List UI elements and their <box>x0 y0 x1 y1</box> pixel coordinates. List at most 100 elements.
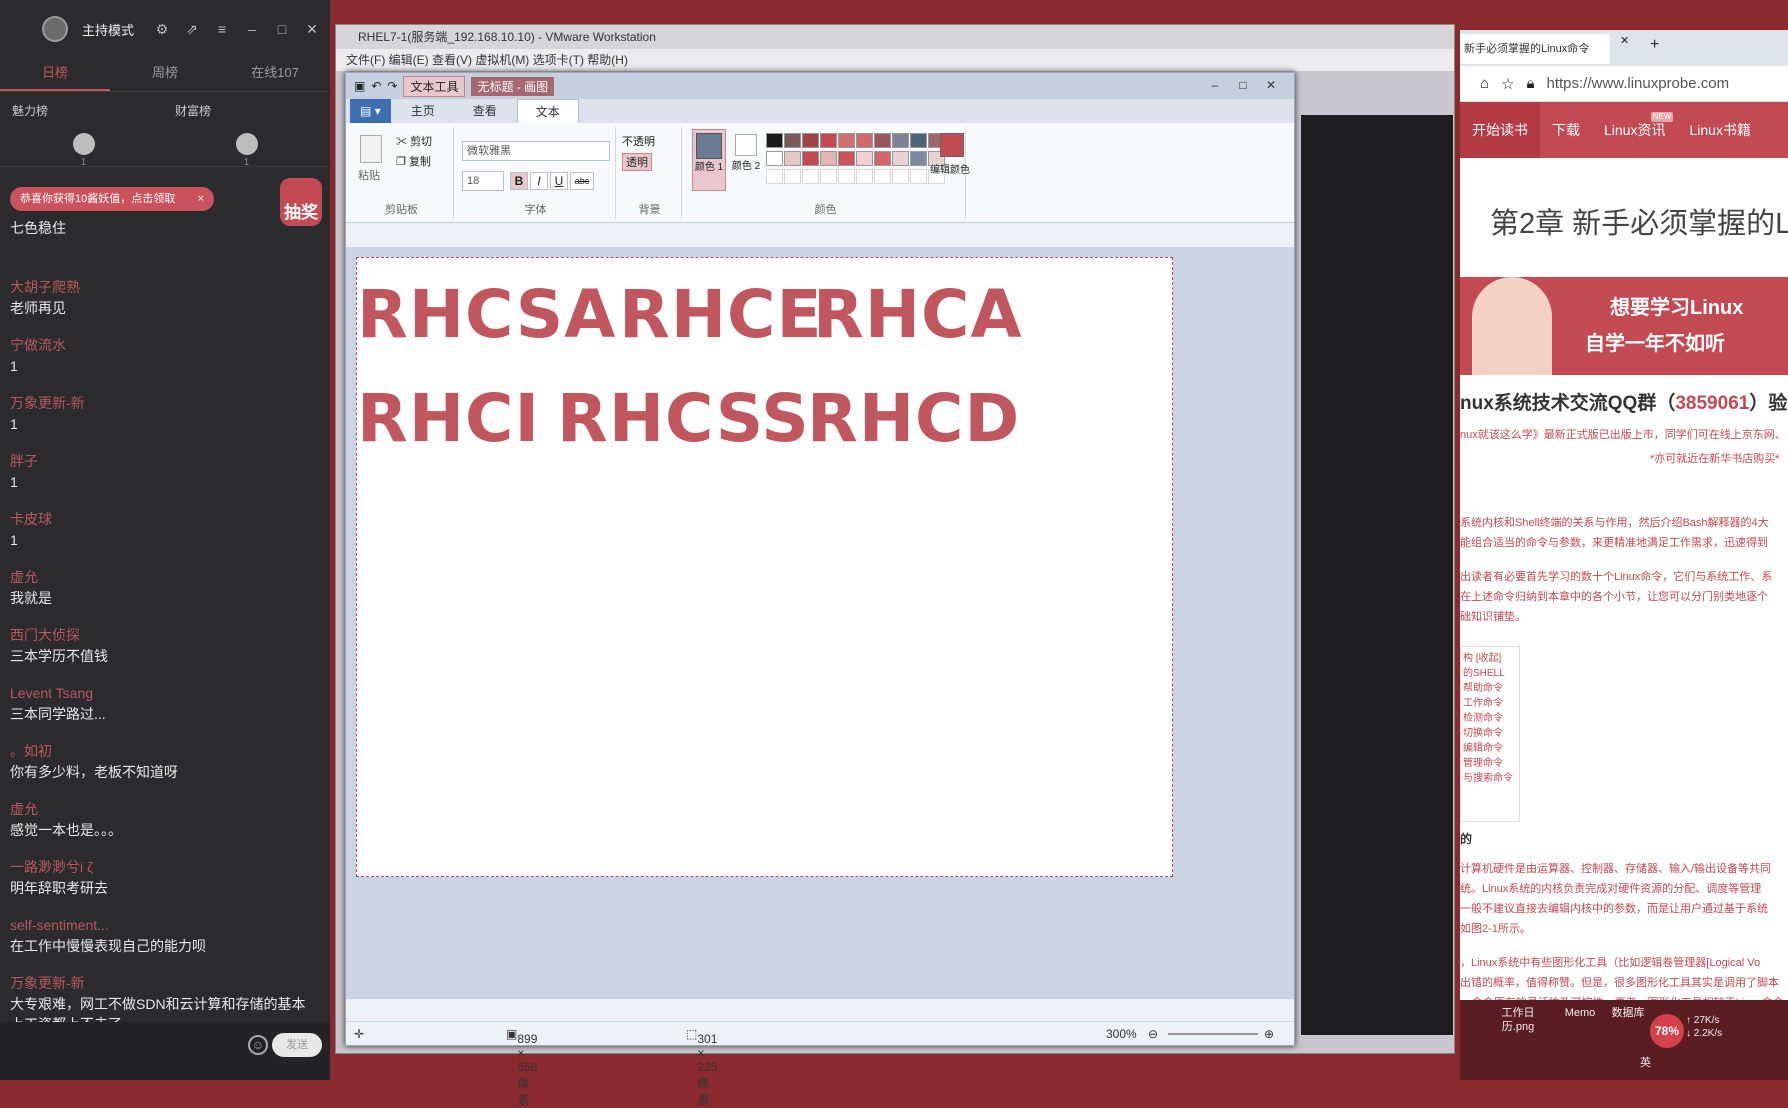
palette-swatch[interactable] <box>856 133 873 148</box>
settings-icon[interactable]: ⚙ <box>154 21 170 37</box>
palette-swatch[interactable] <box>874 151 891 166</box>
vmware-menubar[interactable]: 文件(F) 编辑(E) 查看(V) 虚拟机(M) 选项卡(T) 帮助(H) <box>336 49 1454 71</box>
guest-console[interactable] <box>1301 115 1453 1035</box>
tab-text[interactable]: 文本 <box>516 99 579 123</box>
transparent-button[interactable]: 透明 <box>622 153 652 171</box>
chat-username[interactable]: 西门大侦探 <box>10 624 310 646</box>
chat-username[interactable]: 一路渺渺兮i ζ <box>10 856 310 878</box>
palette-swatch[interactable] <box>892 151 909 166</box>
zoom-slider[interactable] <box>1168 1033 1258 1035</box>
palette-swatch[interactable] <box>820 151 837 166</box>
gift-notice[interactable]: 恭喜你获得10酱妖值，点击领取 × <box>10 187 214 211</box>
nav-linux-news[interactable]: Linux资讯 NEW <box>1592 102 1677 158</box>
send-button[interactable]: 发送 <box>272 1033 322 1057</box>
paint-minimize-icon[interactable]: – <box>1202 76 1228 94</box>
palette-swatch[interactable] <box>874 133 891 148</box>
new-tab-icon[interactable]: + <box>1650 36 1659 54</box>
chat-username[interactable]: 万象更新-新 <box>10 972 310 994</box>
share-icon[interactable]: ⇗ <box>184 21 200 37</box>
font-size-select[interactable]: 18 <box>462 171 504 191</box>
toc-item[interactable]: 与搜索命令 <box>1463 771 1517 786</box>
paste-icon[interactable] <box>360 135 382 163</box>
browser-tab[interactable]: 新手必须掌握的Linux命令 <box>1460 34 1610 64</box>
palette-swatch[interactable] <box>910 151 927 166</box>
custom-color-slot[interactable] <box>802 169 819 184</box>
underline-button[interactable]: U <box>550 172 568 190</box>
italic-button[interactable]: I <box>530 172 548 190</box>
custom-color-slot[interactable] <box>838 169 855 184</box>
palette-swatch[interactable] <box>856 151 873 166</box>
taskbar-item-database[interactable]: 数据库 <box>1600 1006 1656 1020</box>
tab-home[interactable]: 主页 <box>393 99 453 123</box>
copy-button[interactable]: ❐ 复制 <box>396 153 431 169</box>
nav-download[interactable]: 下载 <box>1540 102 1592 158</box>
palette-swatch[interactable] <box>838 151 855 166</box>
table-of-contents[interactable]: 构 [收起] 的SHELL 帮助命令 工作命令 检测命令 切换命令 编辑命令 管理命令 与搜索命… <box>1460 646 1520 822</box>
cut-button[interactable]: ✂ 剪切 <box>396 133 432 149</box>
maximize-icon[interactable]: □ <box>274 21 290 37</box>
battery-badge[interactable]: 78% <box>1650 1014 1684 1048</box>
chat-username[interactable]: 虚允 <box>10 798 310 820</box>
palette-swatch[interactable] <box>892 133 909 148</box>
bold-button[interactable]: B <box>510 172 528 190</box>
palette-swatch[interactable] <box>802 151 819 166</box>
tab-close-icon[interactable]: ✕ <box>1620 34 1629 47</box>
nav-start-reading[interactable]: 开始读书 <box>1460 102 1540 158</box>
save-icon[interactable]: ▣ <box>354 79 365 93</box>
custom-color-slot[interactable] <box>874 169 891 184</box>
chat-username[interactable]: 卡皮球 <box>10 508 310 530</box>
paint-close-icon[interactable]: ✕ <box>1258 76 1284 94</box>
tab-online[interactable]: 在线107 <box>220 58 330 91</box>
toc-item[interactable]: 帮助命令 <box>1463 681 1517 696</box>
menu-icon[interactable]: ≡ <box>214 21 230 37</box>
toc-item[interactable]: 编辑命令 <box>1463 741 1517 756</box>
wealth-ranking[interactable]: 财富榜 1 <box>175 102 318 168</box>
ime-indicator[interactable]: 英 <box>1640 1054 1651 1070</box>
strikethrough-button[interactable]: abc <box>570 172 594 190</box>
custom-color-slot[interactable] <box>784 169 801 184</box>
edit-colors-icon[interactable] <box>940 133 964 157</box>
chat-username[interactable]: 万象更新-新 <box>10 392 310 414</box>
chat-username[interactable]: 宁做流水 <box>10 334 310 356</box>
toc-item[interactable]: 的SHELL <box>1463 666 1517 681</box>
ad-banner[interactable]: 想要学习Linux 自学一年不如听 <box>1460 277 1788 375</box>
custom-color-slot[interactable] <box>766 169 783 184</box>
close-icon[interactable]: ✕ <box>304 21 320 37</box>
chat-username[interactable]: 大胡子爬熟 <box>10 276 310 298</box>
redo-icon[interactable]: ↷ <box>387 79 397 93</box>
palette-swatch[interactable] <box>766 151 783 166</box>
chat-username[interactable]: Levent Tsang <box>10 682 310 704</box>
file-menu-button[interactable]: ▤ ▾ <box>350 99 391 123</box>
palette-swatch[interactable] <box>766 133 783 148</box>
home-icon[interactable]: ⌂ <box>1480 75 1489 92</box>
chat-username[interactable]: 虚允 <box>10 566 310 588</box>
url-field[interactable]: https://www.linuxprobe.com <box>1547 75 1730 92</box>
tab-weekly[interactable]: 周榜 <box>110 58 220 91</box>
chat-username[interactable]: 胖子 <box>10 450 310 472</box>
custom-color-slot[interactable] <box>856 169 873 184</box>
custom-color-slot[interactable] <box>892 169 909 184</box>
custom-color-slot[interactable] <box>910 169 927 184</box>
toc-item[interactable]: 切换命令 <box>1463 726 1517 741</box>
palette-swatch[interactable] <box>802 133 819 148</box>
chat-username[interactable]: 。如初 <box>10 740 310 762</box>
palette-swatch[interactable] <box>784 133 801 148</box>
palette-swatch[interactable] <box>838 133 855 148</box>
tab-daily[interactable]: 日榜 <box>0 58 110 91</box>
gift-close-icon[interactable]: × <box>198 187 204 211</box>
toc-item[interactable]: 工作命令 <box>1463 696 1517 711</box>
palette-swatch[interactable] <box>820 133 837 148</box>
charm-ranking[interactable]: 魅力榜 1 <box>12 102 155 168</box>
nav-linux-books[interactable]: Linux书籍 <box>1677 102 1762 158</box>
paste-button[interactable]: 粘贴 <box>358 167 380 183</box>
chat-username[interactable]: self-sentiment... <box>10 914 310 936</box>
palette-swatch[interactable] <box>784 151 801 166</box>
zoom-in-icon[interactable]: ⊕ <box>1264 1027 1274 1041</box>
bookmark-icon[interactable]: ☆ <box>1501 75 1514 93</box>
toc-item[interactable]: 构 [收起] <box>1463 651 1517 666</box>
opaque-button[interactable]: 不透明 <box>622 133 655 149</box>
minimize-icon[interactable]: – <box>244 21 260 37</box>
edit-colors-button[interactable]: 编辑颜色 <box>930 161 970 176</box>
custom-color-slot[interactable] <box>820 169 837 184</box>
undo-icon[interactable]: ↶ <box>371 79 381 93</box>
